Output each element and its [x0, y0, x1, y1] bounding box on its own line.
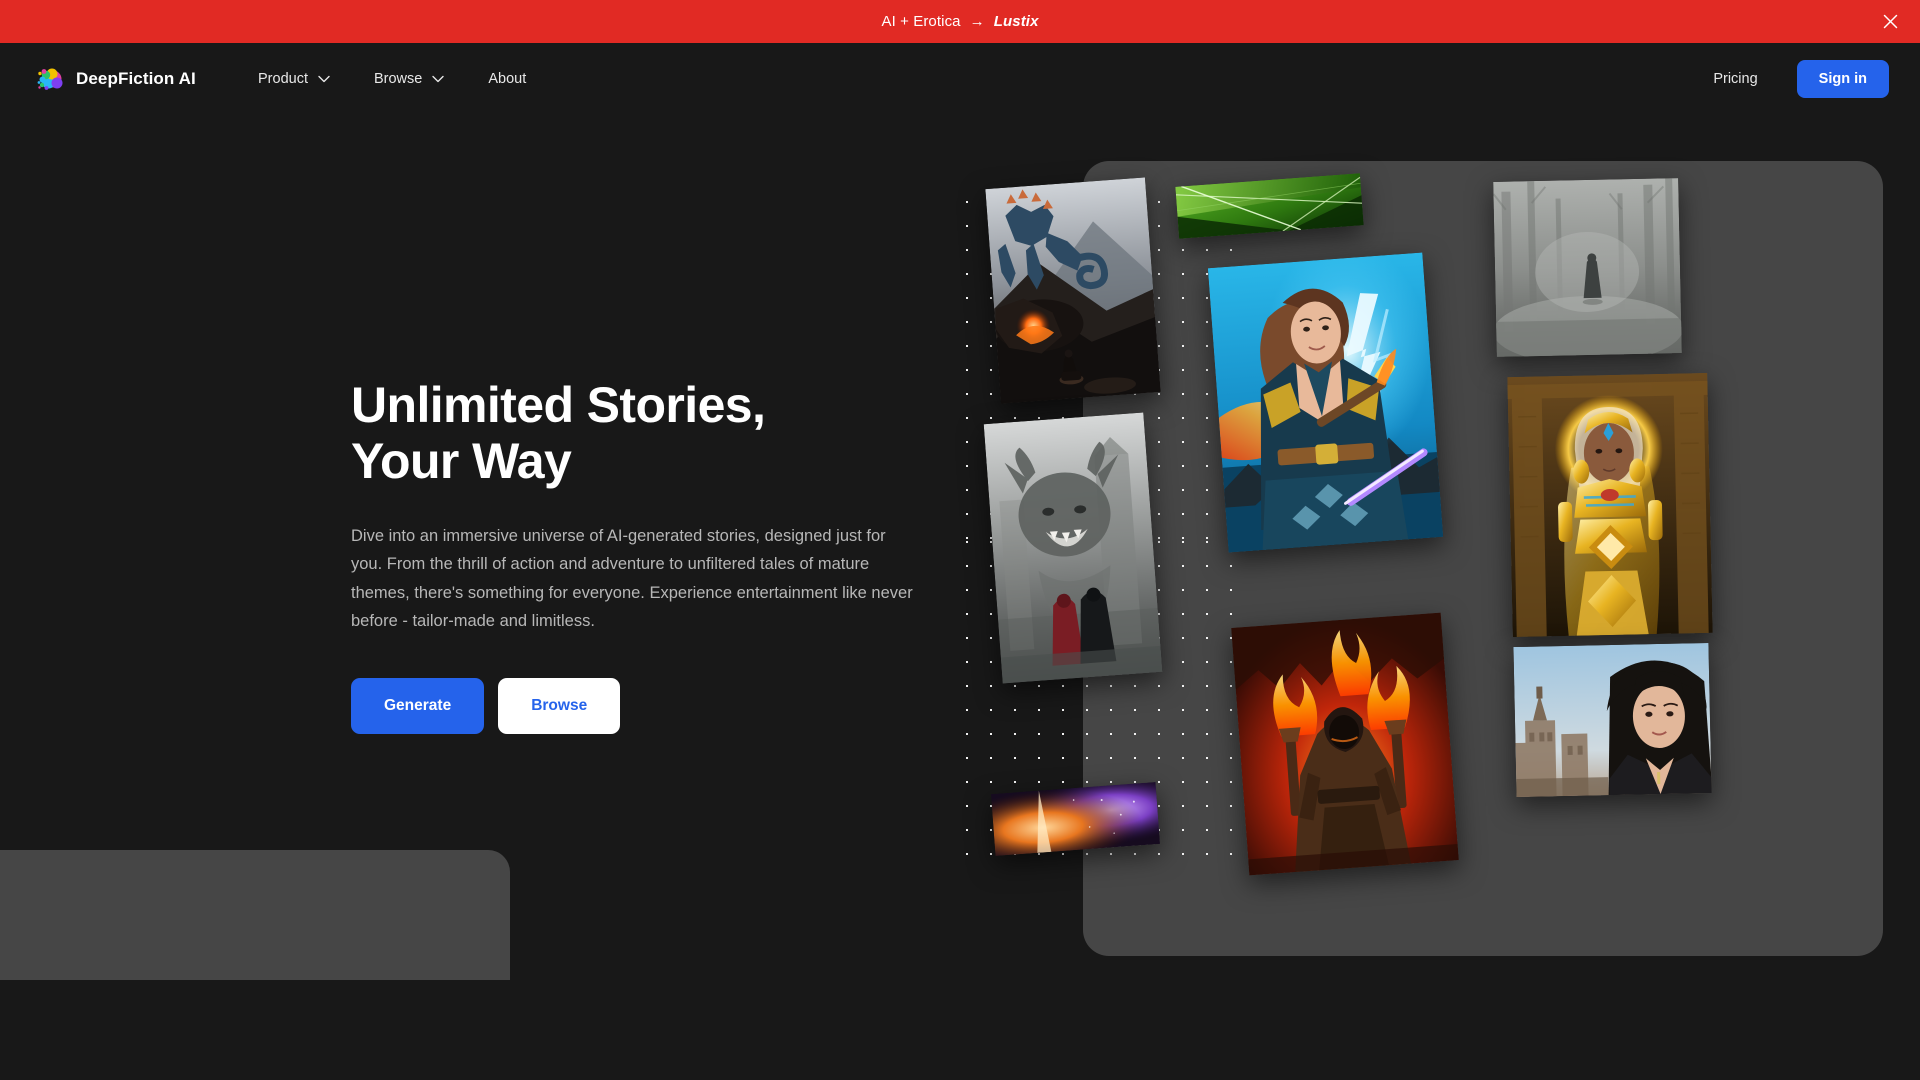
story-card-city-portrait[interactable] [1513, 642, 1712, 798]
hero-collage [0, 150, 1883, 1080]
hero-actions: Generate Browse [351, 677, 941, 734]
story-card-dragon-on-cliff[interactable] [985, 177, 1161, 404]
story-card-horned-beast[interactable] [983, 412, 1163, 684]
hero-content: Unlimited Stories, Your Way Dive into an… [351, 377, 941, 734]
nav-item-label: About [488, 71, 527, 87]
close-icon[interactable] [1879, 11, 1901, 33]
announcement-banner: AI + Erotica → Lustix [0, 0, 1920, 43]
hero-description: Dive into an immersive universe of AI-ge… [351, 527, 913, 631]
nav-item-browse[interactable]: Browse [373, 71, 445, 87]
story-card-purple-nebula[interactable] [990, 782, 1161, 856]
arrow-icon: → [969, 13, 985, 30]
sign-in-button[interactable]: Sign in [1796, 60, 1889, 98]
pricing-link[interactable]: Pricing [1713, 71, 1757, 87]
header-actions: Pricing Sign in [1713, 60, 1889, 98]
site-header: DeepFiction AI Product Browse About Pric… [0, 43, 1920, 115]
announcement-brand[interactable]: Lustix [994, 13, 1039, 30]
generate-button[interactable]: Generate [351, 677, 485, 734]
colorful-dots-logo-icon [33, 62, 67, 96]
nav-item-about[interactable]: About [488, 71, 526, 87]
logo[interactable]: DeepFiction AI [33, 62, 196, 96]
announcement-prefix: AI + Erotica [881, 13, 961, 30]
story-card-lightning-mage[interactable] [1207, 252, 1444, 553]
page-title: Unlimited Stories, Your Way [351, 377, 766, 489]
browse-button[interactable]: Browse [498, 677, 621, 734]
nav-item-product[interactable]: Product [258, 71, 330, 87]
story-card-torch-warrior[interactable] [1231, 612, 1459, 876]
dot-row-decoration [535, 1070, 1425, 1080]
bottom-left-panel [0, 850, 510, 980]
announcement-text: AI + Erotica → Lustix [881, 13, 1038, 30]
story-card-foggy-forest[interactable] [1493, 178, 1682, 357]
nav-item-label: Product [258, 71, 308, 87]
chevron-down-icon [432, 75, 445, 83]
story-card-golden-queen[interactable] [1507, 372, 1713, 638]
nav-item-label: Browse [373, 71, 423, 87]
chevron-down-icon [318, 75, 330, 83]
primary-nav: Product Browse About [258, 71, 526, 87]
logo-text: DeepFiction AI [76, 69, 196, 88]
